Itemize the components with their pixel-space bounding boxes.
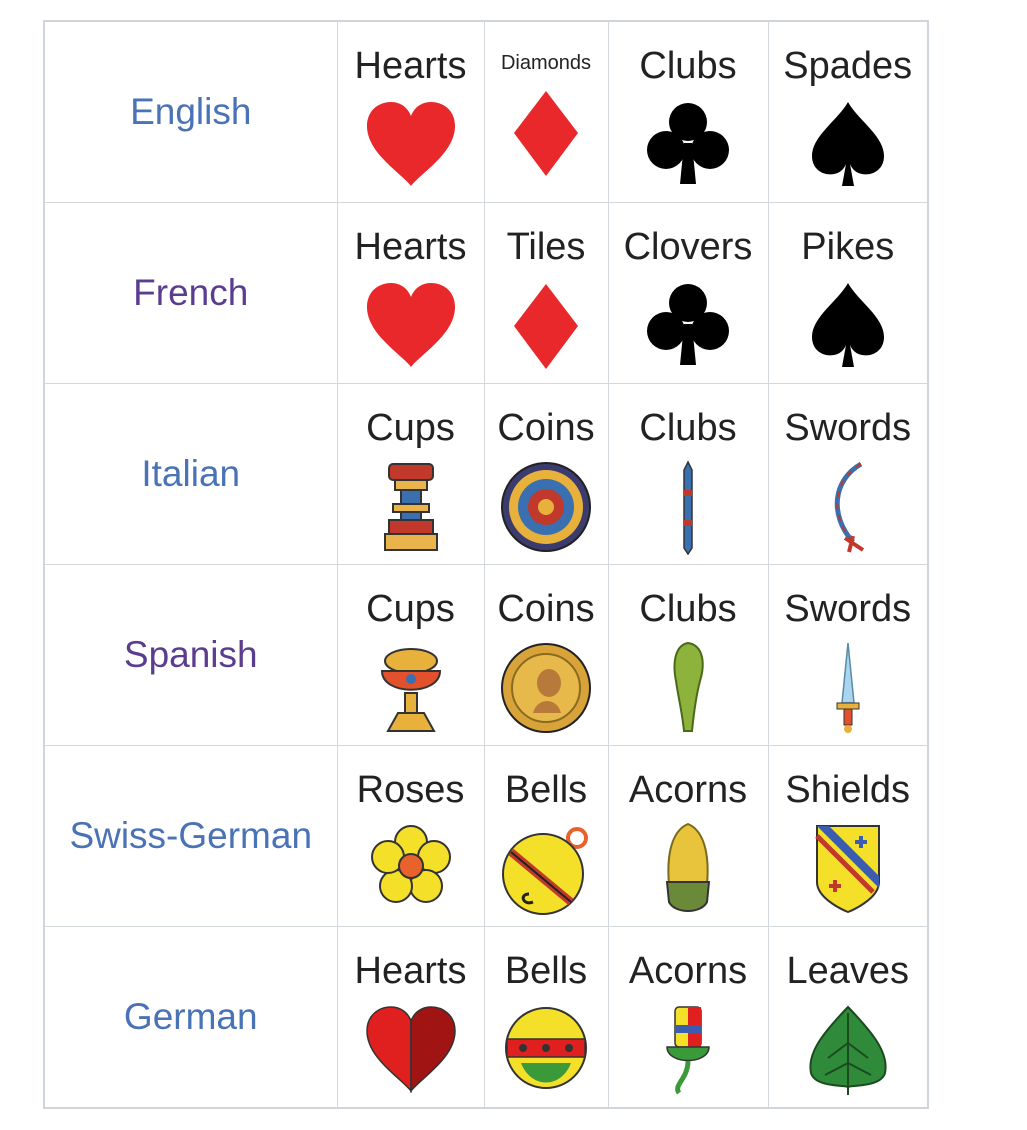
suit-name: Bells [504,769,588,811]
suit-name: Tiles [506,226,586,268]
language-cell: Swiss-German [43,745,338,927]
spanish-sword-icon [836,642,860,733]
suit-name: Acorns [628,769,748,811]
suit-cell: Shields [767,745,929,927]
suit-name: Clubs [639,407,737,449]
spade-icon [811,283,884,367]
suit-name: Pikes [801,226,895,268]
suit-cell: Hearts [336,202,485,384]
diamond-icon [514,91,578,176]
suit-cell: Clovers [607,202,769,384]
spanish-club-icon [673,641,704,732]
suit-cell: Clubs [607,383,769,565]
leaf-icon [809,1005,887,1095]
suit-cell: Bells [483,926,609,1109]
club-icon [647,103,729,184]
suit-name: Leaves [786,950,910,992]
suit-name: Hearts [354,226,467,268]
suit-name: Acorns [628,950,748,992]
suit-cell: Clubs [607,564,769,746]
suit-name: Shields [785,769,911,811]
language-name-german: German [123,996,258,1037]
suit-name: Clubs [639,588,737,630]
suit-name: Hearts [354,45,467,87]
suit-name: Cups [366,588,455,630]
suit-name: Clovers [623,226,753,268]
suit-comparison-table: English Hearts Diamonds Clubs Spades Fre… [43,20,929,1109]
rose-icon [370,825,451,903]
heart-icon [366,283,455,367]
suit-name: Roses [356,769,465,811]
suit-name: Swords [784,588,912,630]
language-name-italian: Italian [141,453,241,494]
suit-cell: Coins [483,383,609,565]
suit-name: Diamonds [500,52,592,74]
heart-icon [366,102,455,186]
suit-cell: Swords [767,564,929,746]
spade-icon [811,102,884,186]
suit-cell: Acorns [607,745,769,927]
suit-name: Clubs [639,45,737,87]
suit-name: Hearts [354,950,467,992]
suit-cell: Spades [767,20,929,203]
german-heart-icon [365,1006,456,1093]
suit-cell: Tiles [483,202,609,384]
swiss-bell-icon [501,827,588,915]
suit-cell: Acorns [607,926,769,1109]
german-acorn-icon [666,1006,710,1095]
language-cell: French [43,202,338,384]
italian-coin-icon [500,462,591,552]
suit-cell: Bells [483,745,609,927]
table-row-german: German Hearts Bells Acorns Leaves [43,926,929,1109]
suit-cell: Hearts [336,926,485,1109]
suit-name: Bells [504,950,588,992]
suit-name: Coins [497,407,595,449]
suit-cell: Diamonds [483,20,609,203]
table-row-english: English Hearts Diamonds Clubs Spades [43,20,929,203]
table-row-french: French Hearts Tiles Clovers Pikes [43,202,929,384]
suit-name: Coins [497,588,595,630]
suit-cell: Cups [336,564,485,746]
italian-cup-icon [383,463,438,551]
table-row-spanish: Spanish Cups Coins Clubs Swords [43,564,929,746]
language-cell: Spanish [43,564,338,746]
spanish-cup-icon [380,648,441,732]
suit-name: Spades [783,45,913,87]
table-row-swiss-german: Swiss-German Roses Bells Acorns Shields [43,745,929,927]
suit-cell: Coins [483,564,609,746]
suit-cell: Pikes [767,202,929,384]
suit-cell: Leaves [767,926,929,1109]
suit-name: Cups [366,407,455,449]
language-name-english: English [130,91,252,132]
suit-name: Swords [784,407,912,449]
italian-club-icon [683,460,693,555]
suit-cell: Clubs [607,20,769,203]
italian-sword-icon [834,461,864,553]
language-name-spanish: Spanish [123,634,258,675]
shield-icon [814,825,880,914]
suit-cell: Cups [336,383,485,565]
language-cell: Italian [43,383,338,565]
suit-cell: Hearts [336,20,485,203]
spanish-coin-icon [500,643,591,733]
german-bell-icon [505,1007,587,1089]
table-row-italian: Italian Cups Coins Clubs Swords [43,383,929,565]
language-name-french: French [133,272,249,313]
language-name-swiss-german: Swiss-German [69,815,313,856]
swiss-acorn-icon [665,822,711,912]
language-cell: German [43,926,338,1109]
suit-cell: Swords [767,383,929,565]
language-cell: English [43,20,338,203]
club-icon [647,284,729,365]
suit-cell: Roses [336,745,485,927]
diamond-icon [514,284,578,369]
